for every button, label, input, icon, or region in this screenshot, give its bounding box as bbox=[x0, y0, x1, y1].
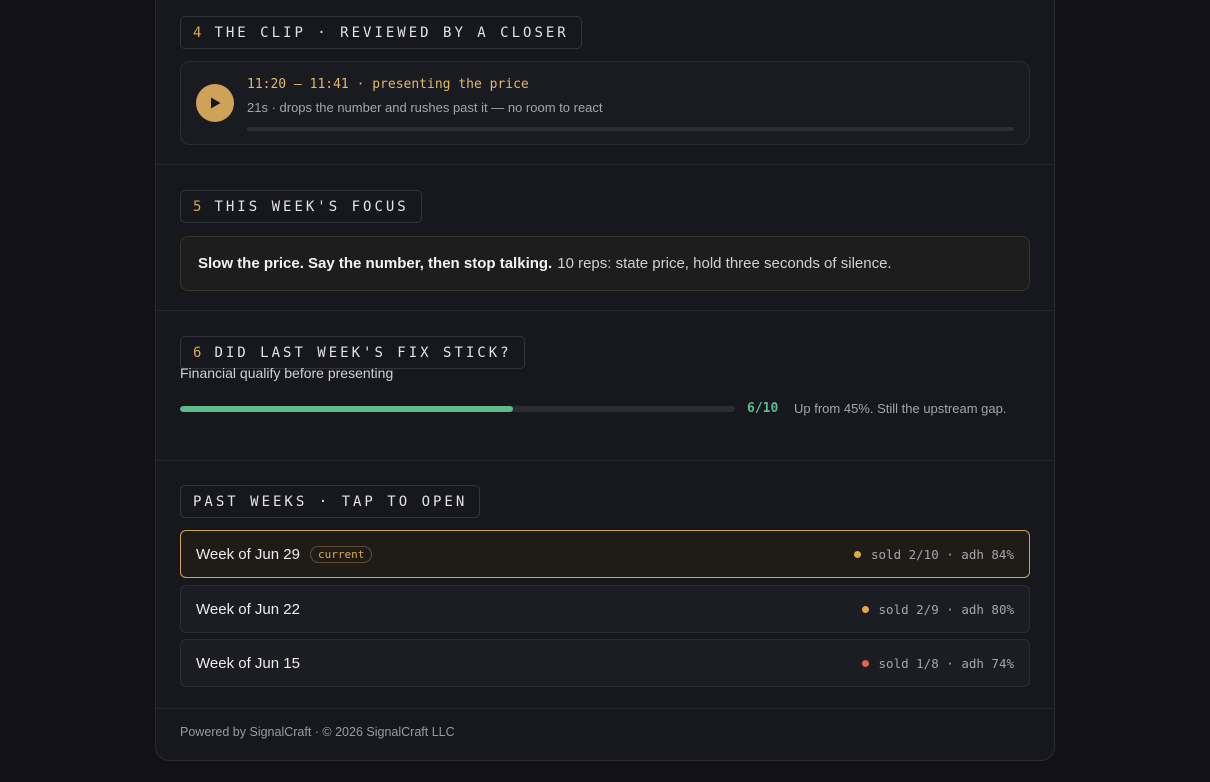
week-name: Week of Jun 15 bbox=[196, 654, 300, 672]
fix-label: Financial qualify before presenting bbox=[180, 365, 394, 381]
report-card: 4 THE CLIP · REVIEWED BY A CLOSER 11:20 … bbox=[155, 0, 1055, 761]
week-stats: sold 1/8 · adh 74% bbox=[861, 655, 1014, 671]
focus-headline: Slow the price. Say the number, then sto… bbox=[198, 255, 553, 272]
current-badge: current bbox=[309, 545, 373, 563]
focus-section-heading: 5 THIS WEEK'S FOCUS bbox=[180, 190, 422, 223]
past-weeks-heading: PAST WEEKS · TAP TO OPEN bbox=[180, 485, 481, 518]
clip-player: 11:20 – 11:41 · presenting the price 21s… bbox=[180, 61, 1030, 145]
week-row[interactable]: Week of Jun 29 current sold 2/10 · adh 84% bbox=[180, 530, 1030, 578]
clip-section-heading: 4 THE CLIP · REVIEWED BY A CLOSER bbox=[180, 16, 582, 49]
clip-progress-bar[interactable] bbox=[247, 127, 1014, 131]
week-name: Week of Jun 29 bbox=[196, 545, 300, 563]
week-stats-text: sold 2/9 · adh 80% bbox=[878, 601, 1014, 617]
fix-note: Up from 45%. Still the upstream gap. bbox=[794, 401, 1007, 416]
footer-text: Powered by SignalCraft · © 2026 SignalCr… bbox=[180, 725, 455, 739]
focus-callout: Slow the price. Say the number, then sto… bbox=[180, 236, 1030, 291]
week-row[interactable]: Week of Jun 22 sold 2/9 · adh 80% bbox=[180, 585, 1030, 633]
section-number: 4 bbox=[193, 24, 205, 41]
week-stats: sold 2/10 · adh 84% bbox=[854, 547, 1014, 562]
fix-progress-track bbox=[180, 406, 735, 412]
status-dot-icon bbox=[854, 550, 861, 558]
footer: Powered by SignalCraft · © 2026 SignalCr… bbox=[156, 709, 1054, 760]
play-icon bbox=[211, 97, 221, 109]
week-stats-text: sold 1/8 · adh 74% bbox=[878, 655, 1014, 671]
week-stats: sold 2/9 · adh 80% bbox=[861, 601, 1014, 617]
section-title: DID LAST WEEK'S FIX STICK? bbox=[214, 344, 512, 361]
focus-section: 5 THIS WEEK'S FOCUS Slow the price. Say … bbox=[156, 165, 1054, 311]
section-number: 5 bbox=[193, 198, 205, 215]
fix-progress-fill bbox=[180, 406, 513, 412]
section-title: THE CLIP · REVIEWED BY A CLOSER bbox=[214, 24, 569, 41]
week-name: Week of Jun 22 bbox=[196, 600, 300, 618]
clip-section: 4 THE CLIP · REVIEWED BY A CLOSER 11:20 … bbox=[156, 0, 1054, 165]
past-weeks-section: PAST WEEKS · TAP TO OPEN Week of Jun 29 c… bbox=[156, 461, 1054, 709]
fix-score: 6/10 bbox=[747, 401, 779, 416]
focus-detail: 10 reps: state price, hold three seconds… bbox=[557, 255, 892, 272]
status-dot-icon bbox=[861, 605, 869, 613]
week-row[interactable]: Week of Jun 15 sold 1/8 · adh 74% bbox=[180, 639, 1030, 687]
section-title: PAST WEEKS · TAP TO OPEN bbox=[193, 493, 468, 510]
clip-subtitle: 21s · drops the number and rushes past i… bbox=[247, 100, 603, 115]
section-title: THIS WEEK'S FOCUS bbox=[214, 198, 409, 215]
week-stats-text: sold 2/10 · adh 84% bbox=[871, 546, 1014, 562]
clip-title: 11:20 – 11:41 · presenting the price bbox=[247, 77, 529, 92]
status-dot-icon bbox=[861, 659, 869, 667]
play-button[interactable] bbox=[196, 84, 234, 122]
section-number: 6 bbox=[193, 344, 205, 361]
fix-section: 6 DID LAST WEEK'S FIX STICK? Financial q… bbox=[156, 311, 1054, 461]
